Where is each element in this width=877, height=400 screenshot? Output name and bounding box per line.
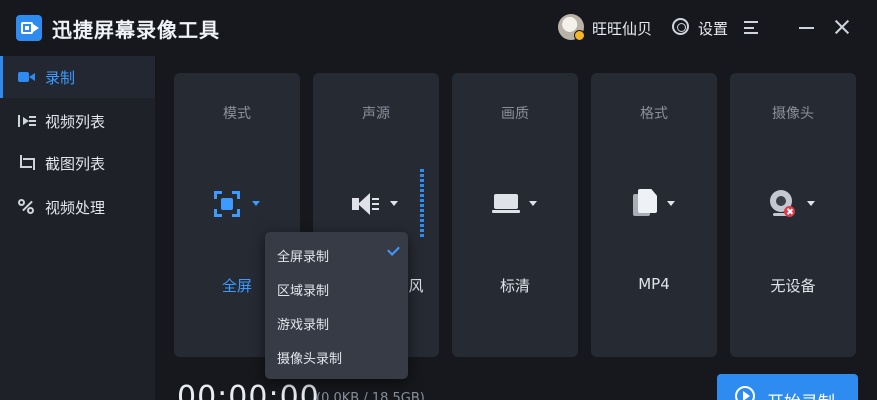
dropdown-option-camera[interactable]: 摄像头录制 [265, 340, 408, 374]
sidebar-item-label: 视频处理 [45, 198, 106, 217]
video-process-icon [18, 199, 36, 215]
title-bar: 迅捷屏幕录像工具 旺旺仙贝 设置 [0, 0, 877, 56]
app-logo-icon [16, 15, 42, 41]
sidebar-item-label: 录制 [45, 68, 76, 87]
sidebar-item-label: 截图列表 [45, 154, 106, 173]
chevron-down-icon[interactable] [390, 201, 398, 206]
mode-dropdown: 全屏录制 区域录制 游戏录制 摄像头录制 [265, 232, 408, 379]
dropdown-option-fullscreen[interactable]: 全屏录制 [265, 238, 408, 272]
sidebar-item-record[interactable]: 录制 [0, 56, 155, 98]
dropdown-option-label: 区域录制 [277, 284, 330, 299]
settings-label: 设置 [698, 20, 729, 38]
checkmark-icon [387, 243, 400, 256]
sidebar-item-video-list[interactable]: 视频列表 [0, 100, 155, 142]
file-icon[interactable] [633, 189, 659, 217]
chevron-down-icon[interactable] [807, 201, 815, 206]
minimize-icon[interactable] [799, 27, 814, 29]
chevron-down-icon[interactable] [529, 201, 537, 206]
screenshot-icon [18, 155, 36, 171]
dropdown-option-label: 全屏录制 [277, 250, 330, 265]
quality-card-title: 画质 [501, 106, 529, 122]
format-value: MP4 [638, 275, 670, 293]
username[interactable]: 旺旺仙贝 [592, 18, 652, 39]
play-icon [735, 386, 755, 400]
screen-icon[interactable] [492, 194, 520, 214]
camera-card[interactable]: 摄像头 无设备 [730, 73, 856, 357]
sidebar-item-label: 视频列表 [45, 112, 106, 131]
record-icon [18, 69, 36, 85]
format-card[interactable]: 格式 MP4 [591, 73, 717, 357]
gear-icon [672, 18, 689, 35]
app-title: 迅捷屏幕录像工具 [52, 18, 220, 42]
dropdown-option-label: 游戏录制 [277, 318, 330, 333]
start-recording-label: 开始录制 [767, 388, 835, 400]
quality-value: 标清 [499, 277, 530, 295]
chevron-down-icon[interactable] [252, 201, 260, 206]
mode-card-title: 模式 [223, 106, 251, 122]
speaker-icon[interactable] [352, 193, 382, 215]
error-icon [784, 206, 795, 217]
dropdown-option-label: 摄像头录制 [277, 352, 343, 367]
sidebar-item-video-process[interactable]: 视频处理 [0, 186, 155, 228]
camera-value: 无设备 [770, 277, 816, 295]
recording-timer: 00:00:00 [177, 380, 320, 400]
dropdown-option-game[interactable]: 游戏录制 [265, 306, 408, 340]
quality-card[interactable]: 画质 标清 [452, 73, 578, 357]
vip-badge-icon [574, 30, 585, 41]
menu-icon[interactable] [744, 21, 758, 34]
sidebar: 录制 视频列表 截图列表 视频处理 [0, 56, 155, 400]
camera-icon[interactable] [770, 190, 798, 220]
format-card-title: 格式 [640, 106, 668, 122]
audio-card-title: 声源 [362, 106, 390, 122]
video-list-icon [18, 113, 36, 129]
chevron-down-icon[interactable] [667, 201, 675, 206]
file-size-readout: (0.0KB / 18.5GB) [316, 391, 425, 400]
dropdown-option-region[interactable]: 区域录制 [265, 272, 408, 306]
start-recording-button[interactable]: 开始录制 [717, 374, 858, 400]
volume-level-meter [420, 169, 424, 239]
camera-card-title: 摄像头 [772, 106, 814, 122]
close-icon[interactable] [834, 19, 850, 35]
fullscreen-mode-icon[interactable] [214, 191, 240, 217]
sidebar-item-screenshot-list[interactable]: 截图列表 [0, 142, 155, 184]
